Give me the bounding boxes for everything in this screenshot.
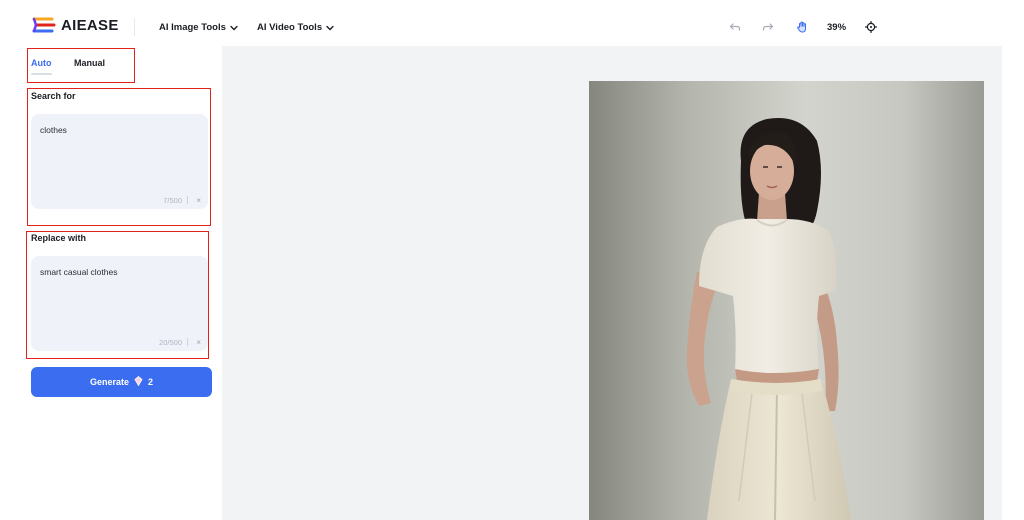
fit-to-screen-button[interactable] bbox=[864, 20, 878, 34]
hand-icon bbox=[797, 21, 806, 33]
uploaded-photo[interactable] bbox=[589, 81, 984, 520]
highlight-box-search bbox=[27, 88, 211, 226]
generate-button[interactable]: Generate 2 bbox=[31, 367, 212, 397]
woman-photo-illustration bbox=[589, 81, 984, 520]
right-gutter bbox=[1002, 46, 1024, 520]
highlight-box-tabs bbox=[27, 48, 135, 83]
top-bar: AIEASE AI Image Tools AI Video Tools 39% bbox=[0, 0, 1024, 46]
nav-label: AI Video Tools bbox=[257, 22, 323, 33]
chevron-down-icon bbox=[326, 25, 334, 30]
generate-label: Generate bbox=[89, 377, 129, 387]
nav-label: AI Image Tools bbox=[159, 22, 226, 33]
nav-ai-video-tools[interactable]: AI Video Tools bbox=[257, 22, 334, 33]
zoom-level[interactable]: 39% bbox=[827, 22, 846, 33]
redo-icon bbox=[762, 23, 774, 31]
pan-tool-button[interactable] bbox=[795, 20, 809, 34]
undo-button[interactable] bbox=[728, 20, 742, 34]
redo-button[interactable] bbox=[761, 20, 775, 34]
highlight-box-replace bbox=[26, 231, 209, 359]
aiease-logo-icon bbox=[32, 17, 56, 33]
brand-name: AIEASE bbox=[61, 17, 119, 34]
chevron-down-icon bbox=[230, 25, 238, 30]
header-divider bbox=[134, 18, 135, 36]
credit-gem-icon bbox=[134, 375, 143, 388]
crosshair-icon bbox=[865, 21, 877, 33]
nav-ai-image-tools[interactable]: AI Image Tools bbox=[159, 22, 238, 33]
undo-icon bbox=[729, 23, 741, 31]
generate-credits: 2 bbox=[148, 377, 154, 387]
